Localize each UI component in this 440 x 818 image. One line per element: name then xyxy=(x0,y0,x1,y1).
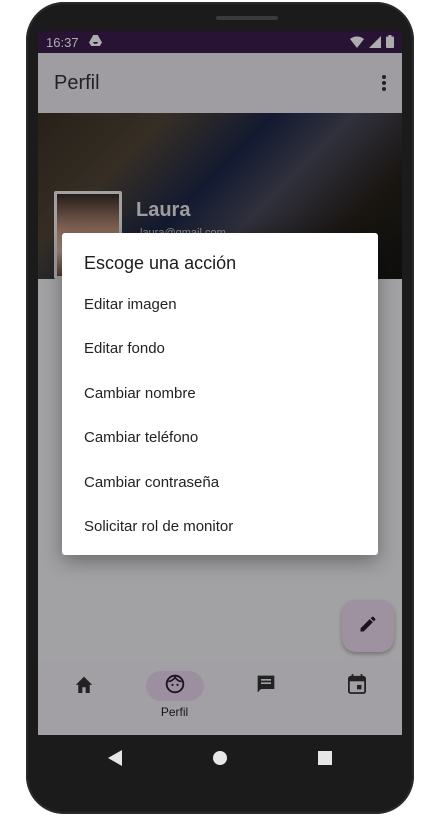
option-editar-imagen[interactable]: Editar imagen xyxy=(62,282,378,326)
home-circle-icon[interactable] xyxy=(213,751,227,770)
option-cambiar-telefono[interactable]: Cambiar teléfono xyxy=(62,415,378,459)
option-label: Solicitar rol de monitor xyxy=(84,517,234,535)
option-label: Cambiar nombre xyxy=(84,384,196,402)
option-cambiar-contrasena[interactable]: Cambiar contraseña xyxy=(62,460,378,504)
recents-icon[interactable] xyxy=(318,751,332,770)
speaker-grille xyxy=(216,16,278,20)
back-icon[interactable] xyxy=(108,750,122,771)
option-label: Editar imagen xyxy=(84,295,177,313)
option-editar-fondo[interactable]: Editar fondo xyxy=(62,326,378,370)
action-dialog: Escoge una acción Editar imagen Editar f… xyxy=(62,233,378,555)
option-label: Editar fondo xyxy=(84,339,165,357)
system-navigation-bar xyxy=(38,735,402,781)
option-label: Cambiar teléfono xyxy=(84,428,199,446)
option-cambiar-nombre[interactable]: Cambiar nombre xyxy=(62,371,378,415)
dialog-title: Escoge una acción xyxy=(84,253,237,273)
option-solicitar-rol-monitor[interactable]: Solicitar rol de monitor xyxy=(62,504,378,548)
option-label: Cambiar contraseña xyxy=(84,473,220,491)
